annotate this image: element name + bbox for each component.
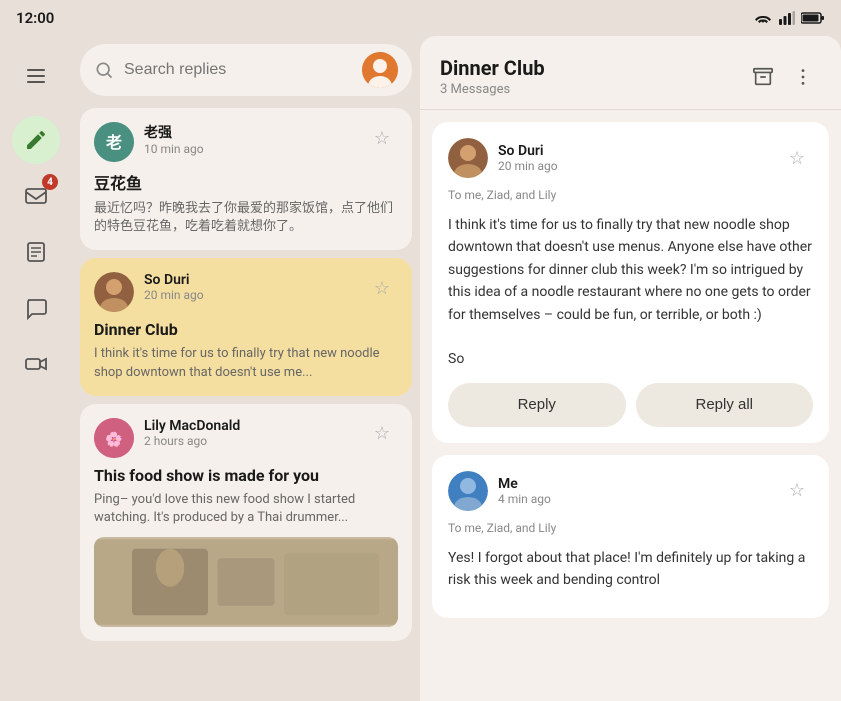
status-bar: 12:00 — [0, 0, 841, 36]
sender-info-3: Lily MacDonald 2 hours ago — [144, 418, 356, 448]
detail-actions — [745, 59, 821, 95]
message-header-2: Me 4 min ago ☆ — [448, 471, 813, 511]
chat-icon — [24, 296, 48, 320]
sender-time-1: 10 min ago — [144, 142, 356, 156]
sender-avatar-2 — [94, 272, 134, 312]
star-button-2[interactable]: ☆ — [366, 272, 398, 304]
message-header-1: So Duri 20 min ago ☆ — [448, 138, 813, 178]
message-thread: So Duri 20 min ago ☆ To me, Ziad, and Li… — [420, 110, 841, 701]
sender-info-1: 老强 10 min ago — [144, 122, 356, 156]
sender-time-2: 20 min ago — [144, 288, 356, 302]
status-time: 12:00 — [16, 9, 54, 27]
edit-icon — [24, 128, 48, 152]
star-button-1[interactable]: ☆ — [366, 122, 398, 154]
battery-icon — [801, 12, 825, 24]
message-sender-name-2: Me — [498, 476, 771, 492]
email-preview-1: 最近忆吗？昨晚我去了你最爱的那家饭馆，点了他们的特色豆花鱼，吃着吃着就想你了。 — [94, 200, 398, 236]
email-card-2[interactable]: So Duri 20 min ago ☆ Dinner Club I think… — [80, 258, 412, 395]
email-subject-1: 豆花鱼 — [94, 170, 398, 194]
detail-more-button[interactable] — [785, 59, 821, 95]
search-icon — [94, 60, 114, 80]
menu-icon — [24, 64, 48, 88]
more-icon — [792, 66, 814, 88]
email-preview-3: Ping– you'd love this new food show I st… — [94, 491, 398, 527]
star-button-3[interactable]: ☆ — [366, 418, 398, 450]
notes-icon — [24, 240, 48, 264]
email-image-3 — [94, 537, 398, 627]
sidebar-item-inbox[interactable]: 4 — [12, 172, 60, 220]
sidebar-item-video[interactable] — [12, 340, 60, 388]
detail-subtitle: 3 Messages — [440, 82, 545, 97]
email-card-3[interactable]: 🌸 Lily MacDonald 2 hours ago ☆ This food… — [80, 404, 412, 641]
wifi-icon — [753, 11, 773, 25]
archive-icon — [752, 66, 774, 88]
message-card-2: Me 4 min ago ☆ To me, Ziad, and Lily Yes… — [432, 455, 829, 618]
sender-avatar-1: 老 — [94, 122, 134, 162]
user-avatar[interactable] — [362, 52, 398, 88]
sender-time-3: 2 hours ago — [144, 434, 356, 448]
message-time-2: 4 min ago — [498, 492, 771, 506]
sidebar: 4 — [0, 36, 72, 701]
detail-title: Dinner Club — [440, 56, 545, 80]
message-time-1: 20 min ago — [498, 159, 771, 173]
message-actions-1: Reply Reply all — [448, 383, 813, 427]
sidebar-item-compose[interactable] — [12, 116, 60, 164]
reply-all-button[interactable]: Reply all — [636, 383, 814, 427]
message-star-2[interactable]: ☆ — [781, 475, 813, 507]
sender-name-2: So Duri — [144, 272, 356, 288]
email-subject-2: Dinner Club — [94, 320, 398, 339]
sender-name-1: 老强 — [144, 122, 356, 142]
message-body-1: I think it's time for us to finally try … — [448, 214, 813, 371]
video-icon — [24, 352, 48, 376]
signal-icon — [779, 11, 795, 25]
detail-header: Dinner Club 3 Messages — [420, 36, 841, 110]
email-subject-3: This food show is made for you — [94, 466, 398, 485]
status-icons — [753, 11, 825, 25]
message-sender-name-1: So Duri — [498, 143, 771, 159]
message-card-1: So Duri 20 min ago ☆ To me, Ziad, and Li… — [432, 122, 829, 443]
email-preview-2: I think it's time for us to finally try … — [94, 345, 398, 381]
message-to-1: To me, Ziad, and Lily — [448, 188, 813, 202]
message-avatar-2 — [448, 471, 488, 511]
sidebar-item-chat[interactable] — [12, 284, 60, 332]
sender-avatar-3: 🌸 — [94, 418, 134, 458]
sender-info-2: So Duri 20 min ago — [144, 272, 356, 302]
email-card-1[interactable]: 老 老强 10 min ago ☆ 豆花鱼 最近忆吗？昨晚我去了你最爱的那家饭馆… — [80, 108, 412, 250]
message-avatar-1 — [448, 138, 488, 178]
message-star-1[interactable]: ☆ — [781, 142, 813, 174]
svg-text:🌸: 🌸 — [105, 431, 122, 448]
inbox-badge: 4 — [42, 174, 58, 190]
search-bar — [80, 44, 412, 96]
reply-button[interactable]: Reply — [448, 383, 626, 427]
message-to-2: To me, Ziad, and Lily — [448, 521, 813, 535]
sidebar-item-menu[interactable] — [12, 52, 60, 100]
email-list-panel: 老 老强 10 min ago ☆ 豆花鱼 最近忆吗？昨晚我去了你最爱的那家饭馆… — [72, 36, 420, 701]
message-body-2: Yes! I forgot about that place! I'm defi… — [448, 547, 813, 592]
sidebar-item-notes[interactable] — [12, 228, 60, 276]
message-sender-info-2: Me 4 min ago — [498, 476, 771, 506]
svg-text:老: 老 — [105, 133, 122, 152]
sender-name-3: Lily MacDonald — [144, 418, 356, 434]
detail-archive-button[interactable] — [745, 59, 781, 95]
search-input[interactable] — [124, 61, 352, 79]
email-detail-panel: Dinner Club 3 Messages — [420, 36, 841, 701]
message-sender-info-1: So Duri 20 min ago — [498, 143, 771, 173]
